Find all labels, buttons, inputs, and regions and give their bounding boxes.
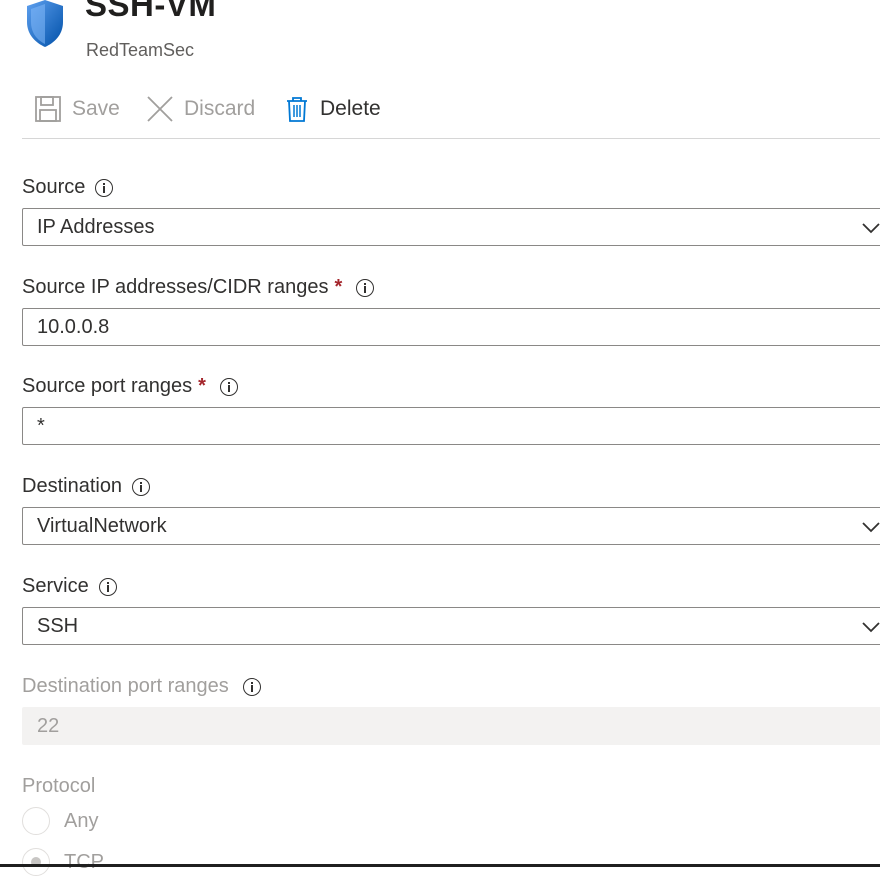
- destination-port-input: 22: [22, 707, 880, 745]
- protocol-option-tcp[interactable]: TCP: [22, 848, 104, 876]
- protocol-option-label: Any: [64, 809, 99, 832]
- destination-port-label: Destination port ranges: [22, 675, 261, 698]
- info-icon[interactable]: [356, 278, 375, 297]
- source-ip-input[interactable]: 10.0.0.8: [22, 308, 880, 346]
- close-icon: [147, 96, 173, 122]
- command-bar: Save Discard Delete: [22, 88, 880, 139]
- delete-button[interactable]: Delete: [284, 92, 381, 126]
- save-icon: [35, 96, 61, 122]
- radio-button[interactable]: [22, 807, 50, 835]
- discard-button[interactable]: Discard: [146, 92, 255, 126]
- service-label-text: Service: [22, 575, 89, 597]
- source-port-value: *: [37, 414, 45, 437]
- required-marker: *: [198, 375, 206, 397]
- chevron-down-icon: [862, 522, 880, 533]
- shield-icon: [27, 0, 63, 47]
- source-label-text: Source: [22, 176, 86, 198]
- page-header: SSH-VM RedTeamSec: [0, 0, 880, 70]
- destination-port-label-text: Destination port ranges: [22, 675, 229, 697]
- required-marker: *: [334, 276, 343, 298]
- destination-label: Destination: [22, 475, 151, 498]
- info-icon[interactable]: [132, 477, 151, 496]
- destination-label-text: Destination: [22, 475, 123, 497]
- destination-port-value: 22: [37, 714, 60, 737]
- discard-label: Discard: [184, 97, 256, 120]
- trash-icon: [287, 97, 307, 122]
- info-icon[interactable]: [95, 178, 114, 197]
- source-port-label: Source port ranges *: [22, 375, 238, 398]
- protocol-option-label: TCP: [64, 850, 104, 873]
- chevron-down-icon: [862, 223, 880, 234]
- info-icon[interactable]: [219, 377, 238, 396]
- service-label: Service: [22, 575, 117, 598]
- service-value: SSH: [37, 614, 79, 637]
- delete-label: Delete: [320, 97, 381, 120]
- source-port-input[interactable]: *: [22, 407, 880, 445]
- destination-value: VirtualNetwork: [37, 514, 167, 537]
- protocol-option-any[interactable]: Any: [22, 807, 98, 835]
- source-dropdown[interactable]: IP Addresses: [22, 208, 880, 246]
- destination-dropdown[interactable]: VirtualNetwork: [22, 507, 880, 545]
- service-dropdown[interactable]: SSH: [22, 607, 880, 645]
- source-ip-label: Source IP addresses/CIDR ranges *: [22, 276, 375, 299]
- save-button[interactable]: Save: [34, 92, 120, 126]
- radio-button[interactable]: [22, 848, 50, 876]
- source-value: IP Addresses: [37, 215, 155, 238]
- source-label: Source: [22, 176, 114, 199]
- source-ip-value: 10.0.0.8: [37, 315, 110, 338]
- page-subtitle: RedTeamSec: [86, 40, 195, 60]
- chevron-down-icon: [862, 622, 880, 633]
- source-port-label-text: Source port ranges: [22, 375, 193, 397]
- save-label: Save: [72, 97, 120, 120]
- info-icon[interactable]: [98, 577, 117, 596]
- protocol-label: Protocol: [22, 775, 95, 798]
- source-ip-label-text: Source IP addresses/CIDR ranges: [22, 276, 329, 298]
- protocol-label-text: Protocol: [22, 775, 96, 797]
- page-title: SSH-VM: [85, 0, 217, 23]
- info-icon[interactable]: [242, 677, 261, 696]
